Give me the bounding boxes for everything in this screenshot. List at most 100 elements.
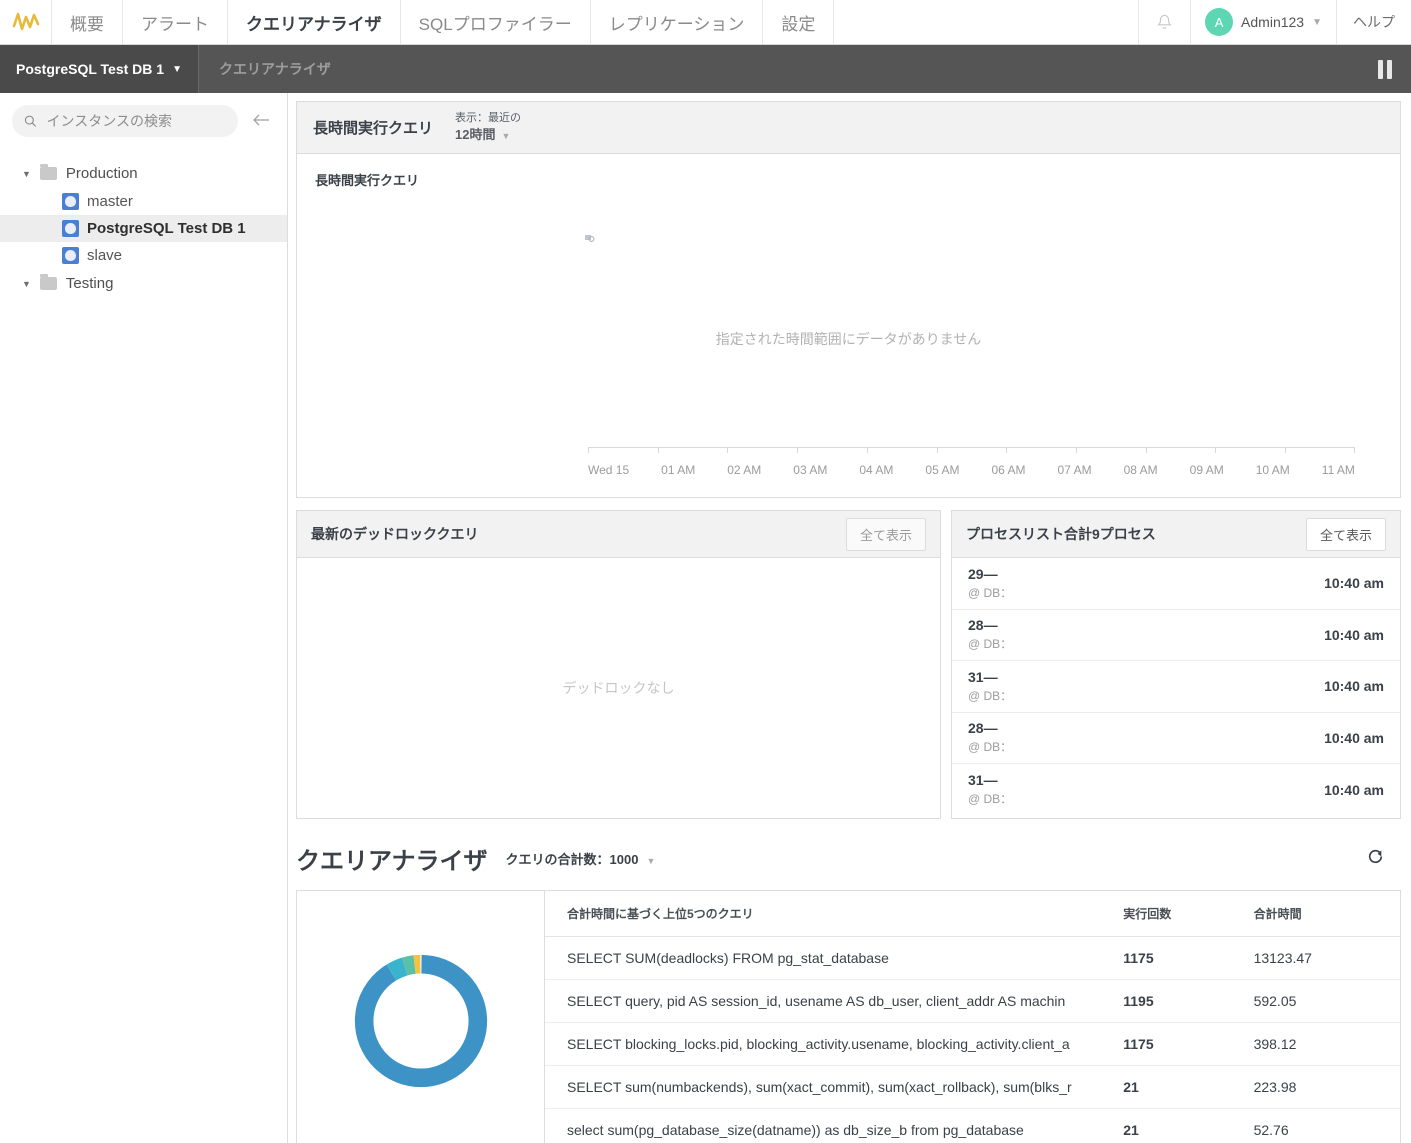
axis-tick: 01 AM: [661, 463, 696, 477]
tree-folder-testing[interactable]: ▼ Testing: [0, 269, 287, 298]
long-running-queries-header: 長時間実行クエリ 表示：最近の 12時間 ▼: [297, 102, 1400, 154]
cell-total: 592.05: [1243, 979, 1400, 1023]
search-icon: [24, 115, 37, 127]
chevron-down-icon: ▼: [501, 131, 511, 141]
database-selector[interactable]: PostgreSQL Test DB 1 ▼: [0, 45, 199, 93]
search-input[interactable]: [44, 112, 226, 130]
help-link[interactable]: ヘルプ: [1337, 0, 1411, 44]
table-row[interactable]: SELECT query, pid AS session_id, usename…: [545, 979, 1400, 1023]
avatar-initial: A: [1214, 14, 1224, 30]
help-label: ヘルプ: [1353, 14, 1395, 30]
tree-item-master[interactable]: master: [0, 188, 287, 215]
process-row[interactable]: 28— @ DB： 10:40 am: [952, 713, 1400, 764]
user-menu[interactable]: A Admin123 ▼: [1191, 0, 1337, 44]
sub-navigation-bar: PostgreSQL Test DB 1 ▼ クエリアナライザ: [0, 45, 1411, 93]
process-time: 10:40 am: [1324, 626, 1384, 643]
chevron-down-icon: ▼: [1312, 16, 1322, 28]
tree-folder-production[interactable]: ▼ Production: [0, 159, 287, 188]
pause-icon-bar2: [1387, 59, 1392, 79]
logo-icon: [12, 12, 39, 31]
cell-count: 21: [1123, 1122, 1139, 1138]
nav-item-alerts[interactable]: アラート: [123, 0, 228, 44]
nav-item-overview[interactable]: 概要: [52, 0, 123, 44]
deadlock-show-all-button[interactable]: 全て表示: [845, 517, 926, 551]
donut-slice-1: [354, 954, 487, 1088]
axis-tick: 05 AM: [925, 463, 960, 477]
process-pid: 28—: [968, 617, 998, 634]
table-row[interactable]: SELECT SUM(deadlocks) FROM pg_stat_datab…: [545, 936, 1400, 980]
sidebar-collapse-button[interactable]: [248, 111, 275, 132]
process-row[interactable]: 31— @ DB： 10:40 am: [952, 764, 1400, 816]
search-box[interactable]: [12, 105, 238, 137]
tree-folder-label: Production: [65, 165, 138, 182]
chevron-down-icon: ▼: [172, 63, 182, 75]
process-list-rows: 29— @ DB： 10:40 am 28— @ DB： 10:40 am 31…: [952, 558, 1400, 816]
process-pid: 28—: [968, 720, 998, 737]
nav-label: アラート: [141, 14, 209, 34]
folder-icon: [39, 274, 57, 290]
table-row[interactable]: SELECT sum(numbackends), sum(xact_commit…: [545, 1065, 1400, 1109]
pause-icon: [1378, 59, 1383, 79]
table-row[interactable]: SELECT blocking_locks.pid, blocking_acti…: [545, 1022, 1400, 1066]
time-range-value: 12時間: [455, 127, 496, 142]
page-title-label: クエリアナライザ: [218, 61, 331, 77]
page-title: クエリアナライザ: [199, 45, 351, 93]
long-running-chart: 長時間実行クエリ 指定された時間範囲にデータがありません Wed 15 01 A…: [297, 154, 1400, 497]
query-analyzer-panel: 合計時間に基づく上位5つのクエリ 実行回数 合計時間 SELECT SUM(de…: [296, 890, 1401, 1143]
triangle-down-icon: ▼: [22, 168, 31, 179]
process-list-show-all-button[interactable]: 全て表示: [1305, 517, 1386, 551]
process-db: @ DB：: [968, 585, 1013, 600]
process-row[interactable]: 31— @ DB： 10:40 am: [952, 661, 1400, 713]
process-pid: 31—: [968, 668, 998, 685]
process-row[interactable]: 29— @ DB： 10:40 am: [952, 558, 1400, 610]
process-info: 31— @ DB：: [968, 669, 1012, 704]
time-range-selector[interactable]: 表示：最近の 12時間 ▼: [455, 111, 521, 144]
donut-chart: [354, 954, 487, 1088]
nav-item-sql-profiler[interactable]: SQLプロファイラー: [401, 0, 591, 44]
column-header-total: 合計時間: [1243, 891, 1400, 937]
nav-item-settings[interactable]: 設定: [763, 0, 835, 44]
sidebar-search-row: [0, 105, 287, 137]
nav-item-query-analyzer[interactable]: クエリアナライザ: [228, 0, 401, 44]
cell-total: 52.76: [1253, 1122, 1289, 1138]
query-analyzer-header: クエリアナライザ クエリの合計数：1000 ▼: [288, 819, 1411, 890]
pause-button[interactable]: [1359, 45, 1411, 93]
notifications-button[interactable]: [1139, 0, 1192, 44]
axis-tick: 10 AM: [1255, 463, 1290, 477]
refresh-button[interactable]: [1366, 847, 1393, 871]
nav-item-replication[interactable]: レプリケーション: [591, 0, 764, 44]
query-total-label: クエリの合計数：1000: [505, 852, 639, 867]
nav-label: レプリケーション: [608, 14, 745, 34]
nav-label: SQLプロファイラー: [418, 14, 572, 34]
table-header-row: 合計時間に基づく上位5つのクエリ 実行回数 合計時間: [545, 891, 1400, 937]
cell-query: SELECT sum(numbackends), sum(xact_commit…: [545, 1065, 1114, 1109]
cell-count: 1195: [1113, 979, 1244, 1023]
arrow-left-icon: [253, 114, 269, 125]
avatar: A: [1205, 8, 1234, 36]
long-running-queries-panel: 長時間実行クエリ 表示：最近の 12時間 ▼ 長時間実行クエリ 指定された時間範囲…: [296, 101, 1401, 498]
axis-tick: Wed 15: [588, 463, 630, 477]
process-list-card: プロセスリスト合計9プロセス 全て表示 29— @ DB： 10:40 am 2…: [951, 510, 1401, 819]
process-db: @ DB：: [968, 688, 1013, 703]
cell-count: 21: [1113, 1065, 1244, 1109]
query-total-selector[interactable]: クエリの合計数：1000 ▼: [506, 849, 656, 868]
process-row[interactable]: 28— @ DB： 10:40 am: [952, 610, 1400, 661]
tree-folder-label: Testing: [65, 275, 114, 292]
table-row[interactable]: select sum(pg_database_size(datname)) as…: [545, 1109, 1400, 1143]
subnav-spacer: [351, 45, 1359, 93]
process-time: 10:40 am: [1324, 729, 1384, 746]
nav-label: クエリアナライザ: [246, 14, 382, 34]
process-pid: 29—: [968, 565, 998, 582]
tree-item-postgresql-test-db-1[interactable]: PostgreSQL Test DB 1: [0, 215, 287, 242]
cell-total: 398.12: [1243, 1022, 1400, 1066]
app-logo[interactable]: [0, 0, 52, 44]
database-selector-label: PostgreSQL Test DB 1: [16, 61, 165, 77]
process-info: 28— @ DB：: [968, 720, 1012, 755]
tree-item-label: PostgreSQL Test DB 1: [87, 220, 246, 237]
deadlock-queries-card: 最新のデッドロッククエリ 全て表示 デッドロックなし: [296, 510, 941, 819]
user-name: Admin123: [1241, 14, 1305, 30]
tree-item-slave[interactable]: slave: [0, 242, 287, 269]
process-db: @ DB：: [968, 792, 1013, 807]
postgresql-icon: [62, 220, 79, 237]
axis-tick: 11 AM: [1321, 463, 1355, 477]
